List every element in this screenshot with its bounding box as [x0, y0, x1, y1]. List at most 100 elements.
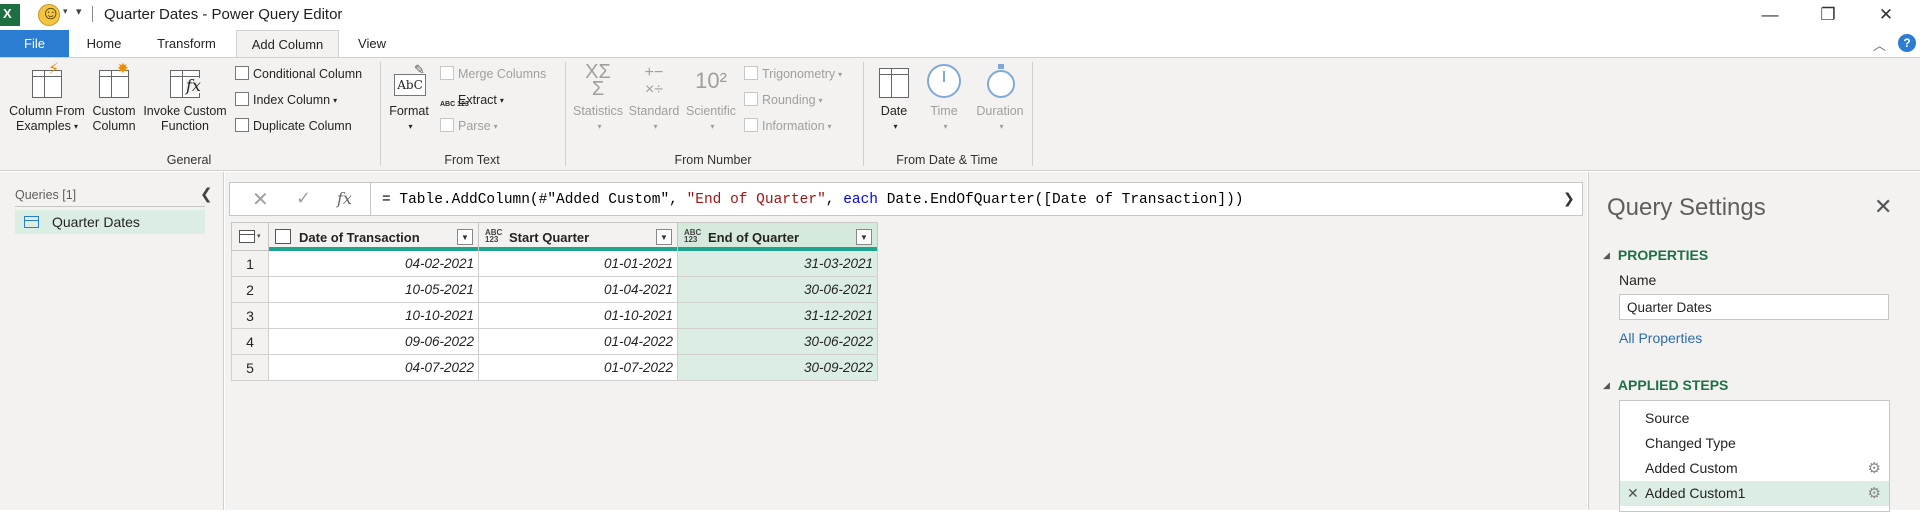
cell-date-of-transaction[interactable]: 04-07-2022 — [268, 354, 479, 381]
close-window-button[interactable]: ✕ — [1863, 2, 1909, 28]
tab-view[interactable]: View — [339, 30, 405, 57]
all-properties-link[interactable]: All Properties — [1619, 330, 1702, 346]
cell-date-of-transaction[interactable]: 10-10-2021 — [268, 302, 479, 329]
table-row[interactable]: 1 04-02-2021 01-01-2021 31-03-2021 — [231, 250, 878, 277]
tab-file[interactable]: File — [0, 30, 69, 57]
parse-icon — [440, 118, 454, 132]
query-item-quarter-dates[interactable]: Quarter Dates — [15, 210, 205, 234]
rounding-button[interactable]: Rounding ▾ — [744, 90, 823, 110]
group-separator — [380, 62, 381, 166]
applied-steps-section-header[interactable]: ◢ APPLIED STEPS — [1603, 377, 1728, 393]
column-from-examples-button[interactable]: ⚡ Column From Examples ▾ — [6, 62, 88, 134]
tab-add-column[interactable]: Add Column — [236, 30, 339, 57]
step-changed-type[interactable]: Changed Type — [1620, 431, 1889, 456]
tab-home[interactable]: Home — [69, 30, 139, 57]
cell-start-quarter[interactable]: 01-01-2021 — [478, 250, 678, 277]
cell-start-quarter[interactable]: 01-04-2022 — [478, 328, 678, 355]
extract-button[interactable]: ABC 123Extract ▾ — [440, 90, 504, 110]
scientific-icon: 10² — [695, 68, 727, 93]
formula-input[interactable]: = Table.AddColumn(#"Added Custom", "End … — [382, 192, 1243, 208]
invoke-custom-function-button[interactable]: fx Invoke Custom Function — [140, 64, 230, 134]
index-column-button[interactable]: Index Column ▾ — [235, 90, 337, 110]
commit-formula-icon[interactable]: ✓ — [296, 188, 311, 209]
column-header-date-of-transaction[interactable]: Date of Transaction ▼ — [268, 222, 479, 251]
row-number[interactable]: 5 — [231, 354, 269, 381]
title-separator — [92, 6, 93, 22]
main-area: ✕ ✓ fx = Table.AddColumn(#"Added Custom"… — [225, 172, 1587, 510]
restore-button[interactable]: ❐ — [1805, 2, 1851, 28]
conditional-column-button[interactable]: Conditional Column — [235, 64, 362, 84]
row-number[interactable]: 1 — [231, 250, 269, 277]
column-header-end-of-quarter[interactable]: ABC 123 End of Quarter ▼ — [677, 222, 878, 251]
table-menu-button[interactable]: ▾ — [231, 222, 269, 251]
filter-dropdown-icon[interactable]: ▼ — [656, 229, 672, 245]
query-settings-title: Query Settings — [1607, 194, 1766, 221]
parse-button[interactable]: Parse ▾ — [440, 116, 498, 136]
step-added-custom1[interactable]: ✕ Added Custom1 ⚙ — [1620, 481, 1889, 506]
collapse-triangle-icon: ◢ — [1603, 250, 1610, 260]
data-grid: ▾ Date of Transaction ▼ ABC 123 Start Qu… — [231, 222, 878, 381]
information-button[interactable]: Information ▾ — [744, 116, 832, 136]
cell-end-of-quarter[interactable]: 31-03-2021 — [677, 250, 878, 277]
step-source[interactable]: Source — [1620, 406, 1889, 431]
gear-icon[interactable]: ⚙ — [1868, 481, 1881, 506]
date-button[interactable]: Date ▾ — [870, 64, 918, 134]
duplicate-column-button[interactable]: Duplicate Column — [235, 116, 352, 136]
collapse-ribbon-icon[interactable]: ︿ — [1873, 35, 1886, 54]
filter-dropdown-icon[interactable]: ▼ — [457, 229, 473, 245]
smiley-feedback-icon[interactable] — [38, 3, 60, 26]
cell-start-quarter[interactable]: 01-04-2021 — [478, 276, 678, 303]
cell-end-of-quarter[interactable]: 30-06-2022 — [677, 328, 878, 355]
scientific-button[interactable]: 10² Scientific ▾ — [682, 64, 740, 134]
filter-dropdown-icon[interactable]: ▼ — [856, 229, 872, 245]
cell-start-quarter[interactable]: 01-10-2021 — [478, 302, 678, 329]
custom-column-button[interactable]: ✸ Custom Column — [88, 61, 140, 134]
delete-step-icon[interactable]: ✕ — [1627, 481, 1639, 506]
row-number[interactable]: 4 — [231, 328, 269, 355]
format-button[interactable]: AbC ✎ Format ▾ — [386, 62, 432, 134]
query-settings-pane: Query Settings ✕ ◢PROPERTIES Name All Pr… — [1588, 172, 1920, 512]
help-icon[interactable]: ? — [1898, 34, 1916, 52]
chevron-down-icon: ▾ — [257, 233, 261, 240]
formula-separator — [370, 183, 371, 215]
cell-end-of-quarter[interactable]: 30-09-2022 — [677, 354, 878, 381]
table-row[interactable]: 2 10-05-2021 01-04-2021 30-06-2021 — [231, 276, 878, 303]
table-row[interactable]: 3 10-10-2021 01-10-2021 31-12-2021 — [231, 302, 878, 329]
cell-date-of-transaction[interactable]: 10-05-2021 — [268, 276, 479, 303]
duration-button[interactable]: Duration ▾ — [970, 64, 1030, 134]
cell-date-of-transaction[interactable]: 04-02-2021 — [268, 250, 479, 277]
time-button[interactable]: Time ▾ — [920, 64, 968, 134]
query-name-field[interactable] — [1619, 294, 1889, 320]
properties-section-header[interactable]: ◢ PROPERTIES — [1603, 247, 1708, 263]
format-icon: AbC ✎ — [392, 62, 426, 98]
group-label-from-number: From Number — [674, 153, 752, 167]
cell-start-quarter[interactable]: 01-07-2022 — [478, 354, 678, 381]
gear-icon[interactable]: ⚙ — [1868, 456, 1881, 481]
quick-access-customize-icon[interactable]: ▾ — [76, 5, 82, 18]
close-icon[interactable]: ✕ — [1874, 194, 1892, 220]
row-number[interactable]: 3 — [231, 302, 269, 329]
step-added-custom[interactable]: Added Custom ⚙ — [1620, 456, 1889, 481]
expand-formula-icon[interactable]: ❯ — [1563, 190, 1575, 207]
merge-columns-button[interactable]: Merge Columns — [440, 64, 546, 84]
collapse-queries-icon[interactable]: ❮ — [200, 185, 213, 203]
standard-button[interactable]: +− ×÷ Standard ▾ — [626, 64, 682, 134]
table-row[interactable]: 5 04-07-2022 01-07-2022 30-09-2022 — [231, 354, 878, 381]
minimize-button[interactable]: — — [1747, 2, 1793, 28]
group-separator — [565, 62, 566, 166]
cancel-formula-icon[interactable]: ✕ — [252, 187, 269, 212]
calendar-icon — [877, 64, 911, 98]
queries-header: Queries [1] — [15, 188, 77, 202]
column-header-start-quarter[interactable]: ABC 123 Start Quarter ▼ — [478, 222, 678, 251]
row-number[interactable]: 2 — [231, 276, 269, 303]
statistics-button[interactable]: XΣ Σ Statistics ▾ — [570, 62, 626, 134]
query-item-label: Quarter Dates — [52, 214, 140, 230]
feedback-dropdown-icon[interactable]: ▾ — [63, 6, 68, 17]
table-row[interactable]: 4 09-06-2022 01-04-2022 30-06-2022 — [231, 328, 878, 355]
trigonometry-button[interactable]: Trigonometry ▾ — [744, 64, 842, 84]
cell-date-of-transaction[interactable]: 09-06-2022 — [268, 328, 479, 355]
tab-transform[interactable]: Transform — [139, 30, 234, 57]
cell-end-of-quarter[interactable]: 30-06-2021 — [677, 276, 878, 303]
fx-icon[interactable]: fx — [337, 189, 352, 208]
cell-end-of-quarter[interactable]: 31-12-2021 — [677, 302, 878, 329]
